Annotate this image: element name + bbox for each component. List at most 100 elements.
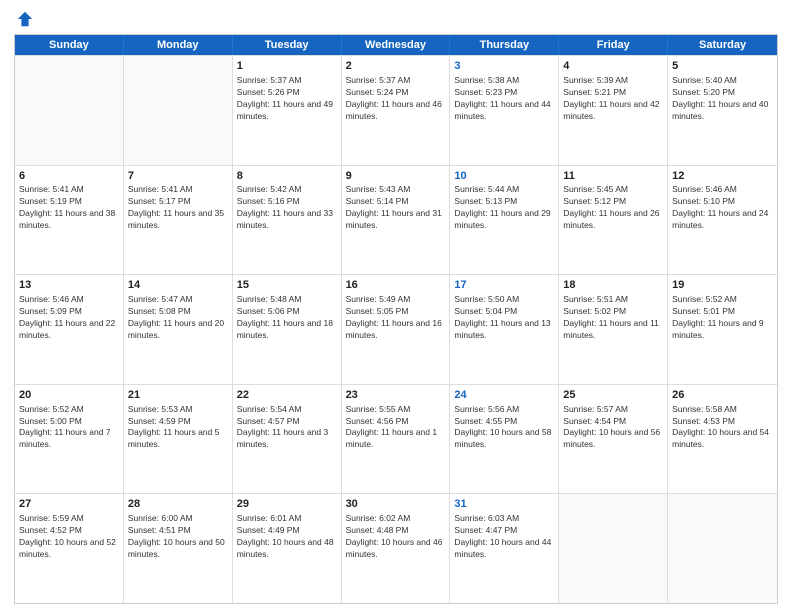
day-number: 4 xyxy=(563,59,663,74)
calendar-cell: 3Sunrise: 5:38 AM Sunset: 5:23 PM Daylig… xyxy=(450,56,559,165)
calendar-cell: 24Sunrise: 5:56 AM Sunset: 4:55 PM Dayli… xyxy=(450,385,559,494)
calendar-cell: 2Sunrise: 5:37 AM Sunset: 5:24 PM Daylig… xyxy=(342,56,451,165)
cell-info: Sunrise: 5:53 AM Sunset: 4:59 PM Dayligh… xyxy=(128,404,228,452)
day-number: 6 xyxy=(19,169,119,184)
calendar-cell: 22Sunrise: 5:54 AM Sunset: 4:57 PM Dayli… xyxy=(233,385,342,494)
cell-info: Sunrise: 5:47 AM Sunset: 5:08 PM Dayligh… xyxy=(128,294,228,342)
calendar-cell: 10Sunrise: 5:44 AM Sunset: 5:13 PM Dayli… xyxy=(450,166,559,275)
calendar-cell: 26Sunrise: 5:58 AM Sunset: 4:53 PM Dayli… xyxy=(668,385,777,494)
calendar-cell: 31Sunrise: 6:03 AM Sunset: 4:47 PM Dayli… xyxy=(450,494,559,603)
calendar-cell xyxy=(124,56,233,165)
cell-info: Sunrise: 5:57 AM Sunset: 4:54 PM Dayligh… xyxy=(563,404,663,452)
header-day-thursday: Thursday xyxy=(450,35,559,55)
day-number: 10 xyxy=(454,169,554,184)
cell-info: Sunrise: 6:03 AM Sunset: 4:47 PM Dayligh… xyxy=(454,513,554,561)
day-number: 31 xyxy=(454,497,554,512)
cell-info: Sunrise: 5:41 AM Sunset: 5:19 PM Dayligh… xyxy=(19,184,119,232)
day-number: 25 xyxy=(563,388,663,403)
day-number: 12 xyxy=(672,169,773,184)
cell-info: Sunrise: 5:45 AM Sunset: 5:12 PM Dayligh… xyxy=(563,184,663,232)
cell-info: Sunrise: 5:44 AM Sunset: 5:13 PM Dayligh… xyxy=(454,184,554,232)
calendar-cell: 4Sunrise: 5:39 AM Sunset: 5:21 PM Daylig… xyxy=(559,56,668,165)
cell-info: Sunrise: 5:52 AM Sunset: 5:00 PM Dayligh… xyxy=(19,404,119,452)
header-day-friday: Friday xyxy=(559,35,668,55)
day-number: 24 xyxy=(454,388,554,403)
day-number: 2 xyxy=(346,59,446,74)
cell-info: Sunrise: 5:46 AM Sunset: 5:10 PM Dayligh… xyxy=(672,184,773,232)
cell-info: Sunrise: 5:50 AM Sunset: 5:04 PM Dayligh… xyxy=(454,294,554,342)
calendar-cell: 9Sunrise: 5:43 AM Sunset: 5:14 PM Daylig… xyxy=(342,166,451,275)
cell-info: Sunrise: 6:02 AM Sunset: 4:48 PM Dayligh… xyxy=(346,513,446,561)
calendar-cell: 13Sunrise: 5:46 AM Sunset: 5:09 PM Dayli… xyxy=(15,275,124,384)
calendar-week-4: 20Sunrise: 5:52 AM Sunset: 5:00 PM Dayli… xyxy=(15,384,777,494)
cell-info: Sunrise: 5:54 AM Sunset: 4:57 PM Dayligh… xyxy=(237,404,337,452)
day-number: 17 xyxy=(454,278,554,293)
day-number: 3 xyxy=(454,59,554,74)
day-number: 11 xyxy=(563,169,663,184)
cell-info: Sunrise: 5:37 AM Sunset: 5:26 PM Dayligh… xyxy=(237,75,337,123)
day-number: 7 xyxy=(128,169,228,184)
cell-info: Sunrise: 5:55 AM Sunset: 4:56 PM Dayligh… xyxy=(346,404,446,452)
calendar-week-1: 1Sunrise: 5:37 AM Sunset: 5:26 PM Daylig… xyxy=(15,55,777,165)
day-number: 8 xyxy=(237,169,337,184)
logo xyxy=(14,10,34,28)
calendar-body: 1Sunrise: 5:37 AM Sunset: 5:26 PM Daylig… xyxy=(15,55,777,603)
calendar-week-3: 13Sunrise: 5:46 AM Sunset: 5:09 PM Dayli… xyxy=(15,274,777,384)
calendar-week-2: 6Sunrise: 5:41 AM Sunset: 5:19 PM Daylig… xyxy=(15,165,777,275)
calendar-cell: 27Sunrise: 5:59 AM Sunset: 4:52 PM Dayli… xyxy=(15,494,124,603)
calendar-header: SundayMondayTuesdayWednesdayThursdayFrid… xyxy=(15,35,777,55)
calendar-cell: 12Sunrise: 5:46 AM Sunset: 5:10 PM Dayli… xyxy=(668,166,777,275)
cell-info: Sunrise: 6:00 AM Sunset: 4:51 PM Dayligh… xyxy=(128,513,228,561)
day-number: 16 xyxy=(346,278,446,293)
calendar-cell: 28Sunrise: 6:00 AM Sunset: 4:51 PM Dayli… xyxy=(124,494,233,603)
cell-info: Sunrise: 5:48 AM Sunset: 5:06 PM Dayligh… xyxy=(237,294,337,342)
calendar-cell: 7Sunrise: 5:41 AM Sunset: 5:17 PM Daylig… xyxy=(124,166,233,275)
cell-info: Sunrise: 5:52 AM Sunset: 5:01 PM Dayligh… xyxy=(672,294,773,342)
header-day-wednesday: Wednesday xyxy=(342,35,451,55)
header-day-saturday: Saturday xyxy=(668,35,777,55)
cell-info: Sunrise: 5:37 AM Sunset: 5:24 PM Dayligh… xyxy=(346,75,446,123)
header-day-sunday: Sunday xyxy=(15,35,124,55)
day-number: 14 xyxy=(128,278,228,293)
logo-icon xyxy=(16,10,34,28)
calendar-cell: 16Sunrise: 5:49 AM Sunset: 5:05 PM Dayli… xyxy=(342,275,451,384)
day-number: 21 xyxy=(128,388,228,403)
day-number: 26 xyxy=(672,388,773,403)
cell-info: Sunrise: 6:01 AM Sunset: 4:49 PM Dayligh… xyxy=(237,513,337,561)
calendar-cell: 23Sunrise: 5:55 AM Sunset: 4:56 PM Dayli… xyxy=(342,385,451,494)
cell-info: Sunrise: 5:56 AM Sunset: 4:55 PM Dayligh… xyxy=(454,404,554,452)
cell-info: Sunrise: 5:41 AM Sunset: 5:17 PM Dayligh… xyxy=(128,184,228,232)
cell-info: Sunrise: 5:38 AM Sunset: 5:23 PM Dayligh… xyxy=(454,75,554,123)
calendar-cell: 5Sunrise: 5:40 AM Sunset: 5:20 PM Daylig… xyxy=(668,56,777,165)
day-number: 27 xyxy=(19,497,119,512)
page: SundayMondayTuesdayWednesdayThursdayFrid… xyxy=(0,0,792,612)
calendar-cell: 6Sunrise: 5:41 AM Sunset: 5:19 PM Daylig… xyxy=(15,166,124,275)
calendar-cell: 17Sunrise: 5:50 AM Sunset: 5:04 PM Dayli… xyxy=(450,275,559,384)
cell-info: Sunrise: 5:51 AM Sunset: 5:02 PM Dayligh… xyxy=(563,294,663,342)
calendar-cell: 21Sunrise: 5:53 AM Sunset: 4:59 PM Dayli… xyxy=(124,385,233,494)
cell-info: Sunrise: 5:42 AM Sunset: 5:16 PM Dayligh… xyxy=(237,184,337,232)
day-number: 19 xyxy=(672,278,773,293)
calendar-cell: 19Sunrise: 5:52 AM Sunset: 5:01 PM Dayli… xyxy=(668,275,777,384)
calendar-cell: 8Sunrise: 5:42 AM Sunset: 5:16 PM Daylig… xyxy=(233,166,342,275)
day-number: 23 xyxy=(346,388,446,403)
day-number: 9 xyxy=(346,169,446,184)
header xyxy=(14,10,778,28)
calendar-cell xyxy=(559,494,668,603)
day-number: 15 xyxy=(237,278,337,293)
day-number: 30 xyxy=(346,497,446,512)
calendar-week-5: 27Sunrise: 5:59 AM Sunset: 4:52 PM Dayli… xyxy=(15,493,777,603)
cell-info: Sunrise: 5:46 AM Sunset: 5:09 PM Dayligh… xyxy=(19,294,119,342)
day-number: 5 xyxy=(672,59,773,74)
cell-info: Sunrise: 5:49 AM Sunset: 5:05 PM Dayligh… xyxy=(346,294,446,342)
calendar-cell xyxy=(15,56,124,165)
cell-info: Sunrise: 5:43 AM Sunset: 5:14 PM Dayligh… xyxy=(346,184,446,232)
day-number: 28 xyxy=(128,497,228,512)
calendar-cell: 18Sunrise: 5:51 AM Sunset: 5:02 PM Dayli… xyxy=(559,275,668,384)
calendar-cell: 20Sunrise: 5:52 AM Sunset: 5:00 PM Dayli… xyxy=(15,385,124,494)
cell-info: Sunrise: 5:59 AM Sunset: 4:52 PM Dayligh… xyxy=(19,513,119,561)
calendar-cell: 14Sunrise: 5:47 AM Sunset: 5:08 PM Dayli… xyxy=(124,275,233,384)
calendar-cell xyxy=(668,494,777,603)
cell-info: Sunrise: 5:39 AM Sunset: 5:21 PM Dayligh… xyxy=(563,75,663,123)
day-number: 20 xyxy=(19,388,119,403)
